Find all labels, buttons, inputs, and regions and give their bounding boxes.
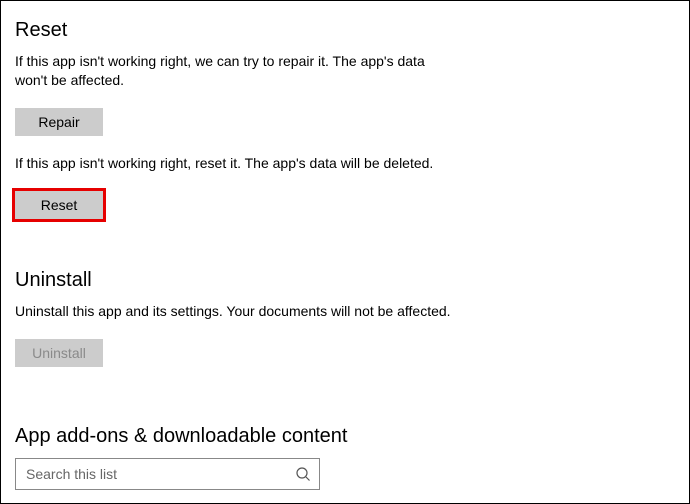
reset-description: If this app isn't working right, reset i… (15, 154, 455, 173)
addons-heading: App add-ons & downloadable content (15, 425, 675, 448)
repair-description: If this app isn't working right, we can … (15, 52, 455, 90)
reset-button[interactable]: Reset (15, 191, 103, 219)
search-icon (295, 466, 311, 482)
search-input[interactable] (16, 459, 319, 489)
reset-heading: Reset (15, 19, 675, 42)
uninstall-description: Uninstall this app and its settings. You… (15, 302, 455, 321)
spacer (15, 385, 675, 425)
spacer (15, 237, 675, 269)
search-container (15, 458, 320, 490)
uninstall-heading: Uninstall (15, 269, 675, 292)
repair-button[interactable]: Repair (15, 108, 103, 136)
uninstall-button[interactable]: Uninstall (15, 339, 103, 367)
